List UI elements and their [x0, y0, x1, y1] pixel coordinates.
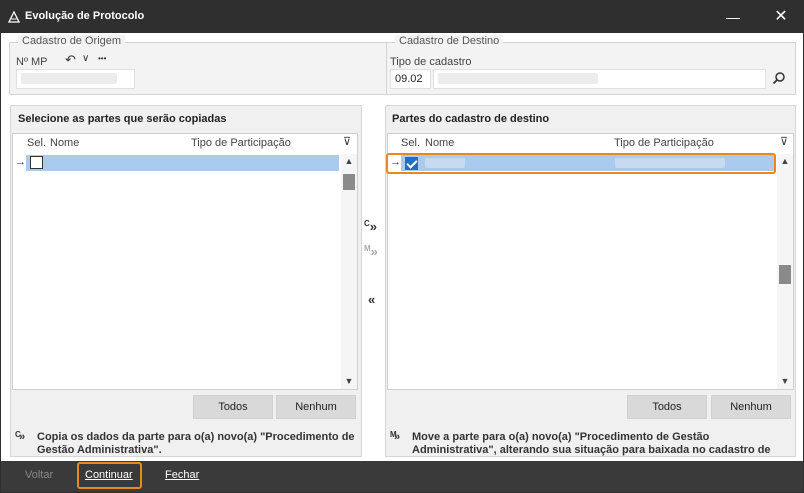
right-nenhum-button[interactable]: Nenhum [711, 395, 791, 419]
copy-right-icon[interactable]: C» [364, 219, 377, 234]
origem-legend: Cadastro de Origem [18, 35, 126, 47]
tipo-cadastro-label: Tipo de cadastro [390, 56, 472, 68]
destino-legend: Cadastro de Destino [395, 35, 504, 47]
copy-note-text: Copia os dados da parte para o(a) novo(a… [37, 431, 355, 456]
col-sel[interactable]: Sel. [27, 137, 46, 149]
blurred-value [438, 73, 598, 84]
left-nenhum-button[interactable]: Nenhum [276, 395, 356, 419]
right-todos-button[interactable]: Todos [627, 395, 707, 419]
voltar-button[interactable]: Voltar [25, 469, 53, 481]
copy-note-icon: » [19, 431, 26, 443]
scroll-thumb[interactable] [779, 265, 791, 284]
chevron-down-icon[interactable]: ∨ [82, 53, 89, 64]
right-panel-title: Partes do cadastro de destino [392, 113, 550, 125]
move-right-icon[interactable]: M» [364, 244, 378, 259]
col-nome[interactable]: Nome [50, 137, 79, 149]
mp-label: Nº MP [16, 56, 48, 68]
left-filter-icon[interactable]: ⊽ [343, 135, 351, 148]
left-todos-button[interactable]: Todos [193, 395, 273, 419]
table-row[interactable] [26, 155, 339, 171]
col-tipo[interactable]: Tipo de Participação [191, 137, 291, 149]
footer-bar: Voltar Continuar Fechar [1, 461, 803, 492]
move-left-icon[interactable]: « [368, 292, 375, 307]
undo-icon[interactable]: ↶ [65, 52, 76, 68]
blurred-value [21, 73, 117, 84]
scroll-thumb[interactable] [343, 174, 355, 190]
right-scrollbar[interactable]: ▲ ▼ [777, 154, 793, 389]
title-bar: Evolução de Protocolo — ✕ [1, 1, 803, 33]
tipo-code-field[interactable]: 09.02 [390, 69, 431, 89]
row-highlight [386, 153, 776, 174]
app-logo-icon [8, 11, 20, 23]
tipo-description-field[interactable] [433, 69, 766, 89]
mp-number-field[interactable] [16, 69, 135, 89]
left-scrollbar[interactable]: ▲ ▼ [341, 154, 357, 389]
col-sel[interactable]: Sel. [401, 137, 420, 149]
scroll-up-icon[interactable]: ▲ [777, 156, 793, 166]
move-note-text: Move a parte para o(a) novo(a) "Procedim… [412, 431, 771, 456]
close-icon[interactable]: ✕ [761, 5, 801, 29]
row-checkbox[interactable] [30, 156, 43, 169]
right-grid-header: Sel. Nome Tipo de Participação [388, 134, 793, 152]
left-panel-title: Selecione as partes que serão copiadas [18, 113, 227, 125]
col-nome[interactable]: Nome [425, 137, 454, 149]
left-grid-header: Sel. Nome Tipo de Participação [13, 134, 357, 152]
more-options-icon[interactable]: ••• [98, 54, 106, 63]
row-pointer-icon: → [15, 156, 26, 168]
fechar-button[interactable]: Fechar [165, 469, 199, 481]
move-note-icon: » [394, 431, 401, 443]
right-filter-icon[interactable]: ⊽ [780, 135, 788, 148]
dialog-window: Evolução de Protocolo — ✕ Cadastro de Or… [0, 0, 804, 493]
scroll-up-icon[interactable]: ▲ [341, 156, 357, 166]
minimize-icon[interactable]: — [713, 5, 753, 29]
scroll-down-icon[interactable]: ▼ [341, 376, 357, 386]
scroll-down-icon[interactable]: ▼ [777, 376, 793, 386]
window-title: Evolução de Protocolo [25, 10, 145, 22]
left-grid: Sel. Nome Tipo de Participação → ▲ ▼ [12, 133, 358, 390]
col-tipo[interactable]: Tipo de Participação [614, 137, 714, 149]
search-icon[interactable] [772, 71, 786, 85]
continuar-highlight [77, 462, 142, 489]
